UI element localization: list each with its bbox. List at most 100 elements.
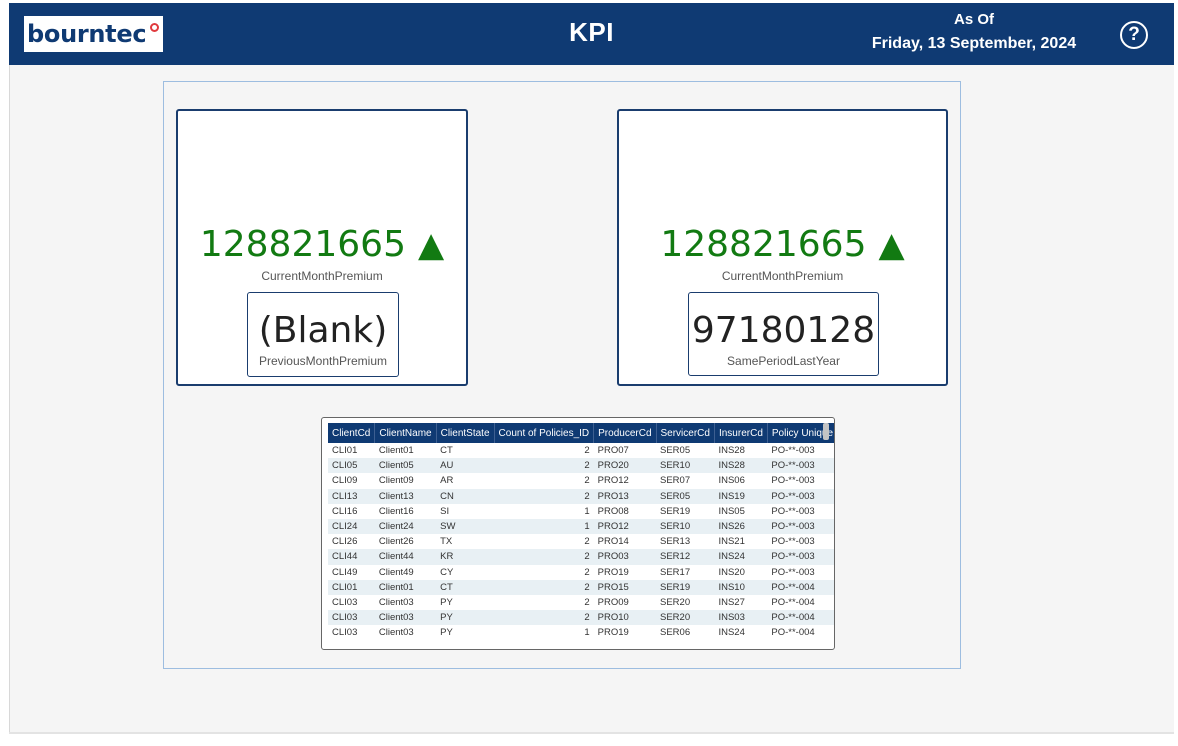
table-cell: PRO12 <box>593 518 656 535</box>
table-cell: CLI03 <box>332 596 358 608</box>
table-cell: 1 <box>584 627 590 639</box>
table-cell: Client09 <box>378 475 414 487</box>
comparison-label: PreviousMonthPremium <box>258 354 388 368</box>
table-cell: SER10 <box>656 458 715 474</box>
table-cell: CLI03 <box>328 610 375 626</box>
table-header-row: ClientCd ClientName ClientState Count of… <box>328 423 834 443</box>
table-cell: PRO12 <box>597 475 629 487</box>
report-header: bourntec KPI As Of Friday, 13 September,… <box>9 3 1174 65</box>
table-row[interactable]: CLI03 Client03 PY 1 PRO19 SER06 INS24 PO-**-004 <box>328 625 834 640</box>
table-row[interactable]: CLI03 Client03 PY 2 PRO10 SER20 INS03 PO-**-004 <box>328 610 834 626</box>
comparison-label: SamePeriodLastYear <box>727 354 840 368</box>
table-cell: CLI26 <box>332 536 358 548</box>
table-cell: CLI16 <box>332 505 358 517</box>
table-cell: Client01 <box>378 445 414 457</box>
table-cell: SER12 <box>656 549 715 565</box>
table-cell: 2 <box>494 549 594 565</box>
table-cell: 2 <box>584 445 590 457</box>
column-header-clientname[interactable]: ClientName <box>374 423 437 443</box>
policy-table: ClientCd ClientName ClientState Count of… <box>328 423 834 640</box>
comparison-value: (Blank) <box>258 310 388 351</box>
column-header-servicercd[interactable]: ServicerCd <box>656 423 715 443</box>
table-cell: PY <box>440 596 453 608</box>
kpi-value: 128821665 <box>199 224 406 265</box>
table-cell: INS28 <box>718 445 745 457</box>
kpi-card-previous-month[interactable]: 128821665 ▲ CurrentMonthPremium (Blank) P… <box>176 109 468 386</box>
column-header-clientstate[interactable]: ClientState <box>436 423 495 443</box>
table-cell: PO-**-003 <box>767 518 834 535</box>
kpi-label: CurrentMonthPremium <box>721 269 844 283</box>
table-cell: PO-**-003 <box>767 549 834 565</box>
table-cell: PO-**-003 <box>771 536 815 548</box>
table-cell: CLI03 <box>332 627 358 639</box>
table-row[interactable]: CLI44 Client44 KR 2 PRO03 SER12 INS24 PO-**-003 <box>328 549 834 565</box>
table-cell: INS06 <box>718 475 745 487</box>
table-cell: SER10 <box>656 518 715 535</box>
table-cell: INS24 <box>718 627 745 639</box>
table-cell: SER07 <box>660 475 691 487</box>
table-cell: CT <box>440 445 453 457</box>
table-row[interactable]: CLI49 Client49 CY 2 PRO19 SER17 INS20 PO-**-003 <box>328 565 834 580</box>
table-cell: PRO19 <box>597 627 629 639</box>
column-header-insurercd[interactable]: InsurerCd <box>714 423 768 443</box>
table-cell: Client49 <box>378 566 414 578</box>
table-cell: CN <box>436 488 495 504</box>
table-cell: CLI01 <box>332 445 358 457</box>
column-header-producercd[interactable]: ProducerCd <box>593 423 657 443</box>
table-cell: PRO07 <box>597 445 629 457</box>
table-cell: Client24 <box>374 518 437 535</box>
as-of-date: Friday, 13 September, 2024 <box>871 35 1077 52</box>
table-cell: 1 <box>494 518 594 535</box>
table-cell: INS24 <box>714 549 768 565</box>
comparison-value: 97180128 <box>691 310 876 351</box>
table-cell: CLI05 <box>328 458 375 474</box>
table-row[interactable]: CLI05 Client05 AU 2 PRO20 SER10 INS28 PO-**-003 <box>328 458 834 474</box>
table-row[interactable]: CLI26 Client26 TX 2 PRO14 SER13 INS21 PO-**-003 <box>328 534 834 549</box>
help-icon[interactable]: ? <box>1120 21 1148 49</box>
table-cell: Client01 <box>374 579 437 595</box>
table-row[interactable]: CLI01 Client01 CT 2 PRO15 SER19 INS10 PO-**-004 <box>328 579 834 595</box>
table-cell: PO-**-004 <box>767 579 834 595</box>
table-cell: PRO13 <box>593 488 656 504</box>
table-cell: KR <box>436 549 495 565</box>
table-cell: SI <box>440 505 450 517</box>
table-cell: SER06 <box>660 627 691 639</box>
table-cell: PY <box>440 627 453 639</box>
comparison-card: 97180128 SamePeriodLastYear <box>688 292 879 376</box>
column-header-count-of-policies[interactable]: Count of Policies_ID <box>494 423 595 443</box>
table-cell: 2 <box>584 475 590 487</box>
column-header-clientcd[interactable]: ClientCd <box>328 423 376 443</box>
table-cell: SER20 <box>656 610 715 626</box>
kpi-value-row: 128821665 ▲ <box>619 224 946 265</box>
table-cell: SER05 <box>660 445 691 457</box>
policy-table-visual[interactable]: ClientCd ClientName ClientState Count of… <box>321 417 835 650</box>
table-cell: SER20 <box>660 596 691 608</box>
table-cell: Client03 <box>378 596 414 608</box>
table-row[interactable]: CLI16 Client16 SI 1 PRO08 SER19 INS05 PO-**-003 <box>328 504 834 519</box>
table-cell: PRO09 <box>597 596 629 608</box>
up-triangle-icon: ▲ <box>417 225 445 265</box>
table-scrollbar[interactable] <box>823 423 829 440</box>
table-cell: CY <box>440 566 454 578</box>
table-row[interactable]: CLI13 Client13 CN 2 PRO13 SER05 INS19 PO-**-003 <box>328 488 834 504</box>
table-row[interactable]: CLI09 Client09 AR 2 PRO12 SER07 INS06 PO-**-003 <box>328 473 834 488</box>
table-cell: Client03 <box>378 627 414 639</box>
kpi-value: 128821665 <box>660 224 867 265</box>
table-cell: INS26 <box>714 518 768 535</box>
table-cell: PRO08 <box>597 505 629 517</box>
table-cell: 2 <box>494 458 594 474</box>
table-cell: CLI09 <box>332 475 358 487</box>
table-cell: 2 <box>494 488 594 504</box>
table-cell: CLI49 <box>332 566 358 578</box>
table-row[interactable]: CLI01 Client01 CT 2 PRO07 SER05 INS28 PO-**-003 <box>328 443 834 458</box>
table-cell: PRO20 <box>593 458 656 474</box>
table-cell: PO-**-004 <box>771 627 815 639</box>
table-cell: Client44 <box>374 549 437 565</box>
kpi-card-last-year[interactable]: 128821665 ▲ CurrentMonthPremium 97180128 … <box>617 109 948 386</box>
kpi-value-row: 128821665 ▲ <box>178 224 466 265</box>
table-row[interactable]: CLI24 Client24 SW 1 PRO12 SER10 INS26 PO-**-003 <box>328 518 834 535</box>
table-cell: INS27 <box>718 596 745 608</box>
table-cell: PO-**-003 <box>771 566 815 578</box>
table-row[interactable]: CLI03 Client03 PY 2 PRO09 SER20 INS27 PO-**-004 <box>328 595 834 610</box>
kpi-label: CurrentMonthPremium <box>261 269 383 283</box>
